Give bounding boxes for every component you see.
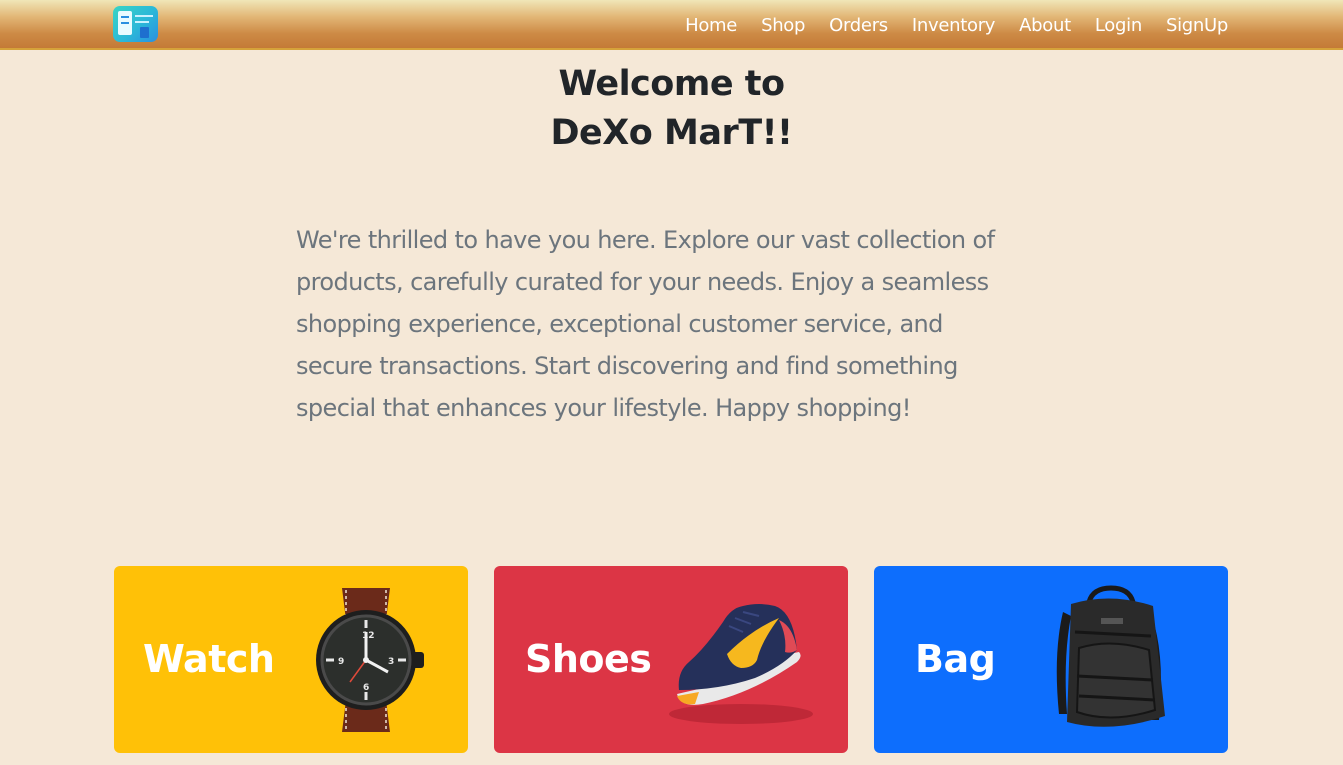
svg-text:12: 12	[362, 631, 375, 641]
category-card-shoes[interactable]: Shoes	[494, 566, 848, 753]
category-label-watch: Watch	[143, 637, 275, 681]
wristwatch-icon: 12 9 3 6	[316, 588, 424, 732]
svg-text:9: 9	[338, 657, 344, 667]
nav-home-link[interactable]: Home	[685, 15, 737, 36]
backpack-icon	[1056, 585, 1165, 727]
navbar: Home Shop Orders Inventory About Login S…	[0, 0, 1343, 50]
nav-inventory-link[interactable]: Inventory	[912, 15, 996, 36]
category-card-bag[interactable]: Bag	[874, 566, 1228, 753]
nav-login-link[interactable]: Login	[1095, 15, 1142, 36]
store-logo-icon[interactable]	[113, 6, 158, 42]
category-label-bag: Bag	[915, 637, 996, 681]
sneaker-icon	[669, 604, 813, 724]
svg-text:6: 6	[363, 683, 369, 693]
page-title: Welcome to DeXo MarT!!	[0, 60, 1343, 158]
title-line-1: Welcome to	[558, 64, 785, 104]
title-line-2: DeXo MarT!!	[550, 113, 793, 153]
nav-shop-link[interactable]: Shop	[761, 15, 805, 36]
nav-orders-link[interactable]: Orders	[829, 15, 888, 36]
nav-signup-link[interactable]: SignUp	[1166, 15, 1228, 36]
svg-text:3: 3	[388, 657, 394, 667]
intro-paragraph: We're thrilled to have you here. Explore…	[296, 226, 995, 422]
nav-about-link[interactable]: About	[1019, 15, 1071, 36]
category-label-shoes: Shoes	[525, 637, 652, 681]
nav-links: Home Shop Orders Inventory About Login S…	[685, 0, 1228, 50]
category-card-watch[interactable]: Watch 12 9 3 6	[114, 566, 468, 753]
